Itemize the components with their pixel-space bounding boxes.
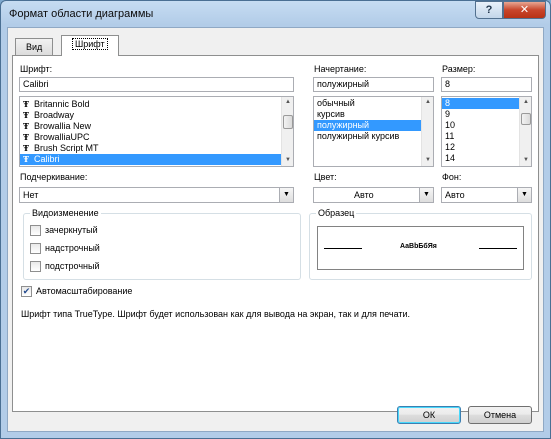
size-label: Размер: (442, 64, 476, 74)
truetype-icon: Ŧ (23, 143, 29, 153)
list-item[interactable]: 10 (442, 120, 531, 131)
background-value: Авто (445, 190, 465, 200)
underline-label: Подчеркивание: (20, 172, 88, 182)
dialog-client: Вид Шрифт Шрифт: Calibri Ŧ Britannic Bold… (7, 27, 544, 432)
autoscale-label: Автомасштабирование (36, 286, 133, 296)
checkbox-icon[interactable] (30, 261, 41, 273)
sample-baseline-left (324, 248, 362, 249)
underline-value: Нет (23, 190, 39, 200)
truetype-icon: Ŧ (23, 121, 29, 131)
scroll-thumb[interactable] (521, 113, 531, 125)
scroll-up-icon[interactable]: ▲ (282, 97, 293, 108)
list-item[interactable]: 9 (442, 109, 531, 120)
font-tab-panel: Шрифт: Calibri Ŧ Britannic Bold Ŧ Broadway… (12, 55, 539, 412)
chevron-down-icon[interactable]: ▼ (419, 188, 433, 202)
scroll-down-icon[interactable]: ▼ (282, 155, 293, 166)
color-label: Цвет: (314, 172, 337, 182)
list-item[interactable]: Ŧ Brush Script MT (20, 143, 293, 154)
size-input[interactable]: 8 (441, 77, 532, 92)
style-input[interactable]: полужирный (313, 77, 434, 92)
style-list[interactable]: обычный курсив полужирный полужирный кур… (313, 96, 434, 167)
list-item-selected[interactable]: Ŧ Calibri (20, 154, 281, 165)
scroll-thumb[interactable] (283, 115, 293, 129)
check-icon[interactable]: ✔ (21, 286, 32, 298)
underline-select[interactable]: Нет ▼ (19, 187, 294, 203)
list-item[interactable]: полужирный курсив (314, 131, 433, 142)
scroll-up-icon[interactable]: ▲ (422, 97, 433, 108)
autoscale-checkbox[interactable]: ✔ Автомасштабирование (21, 286, 133, 298)
checkbox-icon[interactable] (30, 225, 41, 237)
list-item-selected[interactable]: 8 (442, 98, 519, 109)
title-bar[interactable]: Формат области диаграммы ? ✕ (1, 1, 550, 27)
window-title: Формат области диаграммы (9, 8, 154, 20)
tab-font[interactable]: Шрифт (61, 35, 119, 56)
font-input[interactable]: Calibri (19, 77, 294, 92)
background-select[interactable]: Авто ▼ (441, 187, 532, 203)
close-button[interactable]: ✕ (503, 1, 546, 19)
font-label: Шрифт: (20, 64, 53, 74)
tab-view[interactable]: Вид (15, 38, 54, 55)
list-item-selected[interactable]: полужирный (314, 120, 421, 131)
subscript-label: подстрочный (45, 261, 100, 271)
list-item[interactable]: Ŧ Browallia New (20, 121, 293, 132)
dialog-window: Формат области диаграммы ? ✕ Вид Шрифт Ш… (0, 0, 551, 439)
help-button[interactable]: ? (475, 1, 503, 19)
effects-group: Видоизменение зачеркнутый надстрочный по… (23, 208, 301, 280)
truetype-icon: Ŧ (23, 110, 29, 120)
strikethrough-label: зачеркнутый (45, 225, 98, 235)
font-list-scrollbar[interactable]: ▲ ▼ (281, 97, 293, 166)
truetype-icon: Ŧ (23, 154, 29, 164)
truetype-icon: Ŧ (23, 99, 29, 109)
sample-title: Образец (316, 208, 357, 218)
size-list[interactable]: 8 9 10 11 12 14 ▲ ▼ (441, 96, 532, 167)
scroll-up-icon[interactable]: ▲ (520, 97, 531, 108)
list-item[interactable]: Ŧ Broadway (20, 110, 293, 121)
sample-baseline-right (479, 248, 517, 249)
style-list-scrollbar[interactable]: ▲ ▼ (421, 97, 433, 166)
list-item[interactable]: Ŧ Britannic Bold (20, 99, 293, 110)
background-label: Фон: (442, 172, 462, 182)
strikethrough-checkbox[interactable]: зачеркнутый (30, 225, 98, 237)
truetype-icon: Ŧ (23, 132, 29, 142)
list-item[interactable]: Ŧ BrowalliaUPC (20, 132, 293, 143)
list-item[interactable]: курсив (314, 109, 433, 120)
superscript-label: надстрочный (45, 243, 100, 253)
style-label: Начертание: (314, 64, 367, 74)
sample-group: Образец АаВbБбЯя (309, 208, 532, 280)
list-item[interactable]: обычный (314, 98, 433, 109)
cancel-button[interactable]: Отмена (468, 406, 532, 424)
superscript-checkbox[interactable]: надстрочный (30, 243, 100, 255)
scroll-down-icon[interactable]: ▼ (422, 155, 433, 166)
sample-text: АаВbБбЯя (400, 243, 437, 250)
color-value: Авто (354, 190, 374, 200)
ok-button[interactable]: ОК (397, 406, 461, 424)
tab-font-label: Шрифт (72, 38, 108, 50)
chevron-down-icon[interactable]: ▼ (279, 188, 293, 202)
font-info-text: Шрифт типа TrueType. Шрифт будет использ… (21, 309, 411, 319)
list-item[interactable]: 14 (442, 153, 531, 164)
size-list-scrollbar[interactable]: ▲ ▼ (519, 97, 531, 166)
font-list[interactable]: Ŧ Britannic Bold Ŧ Broadway Ŧ Browallia New… (19, 96, 294, 167)
effects-title: Видоизменение (30, 208, 101, 218)
chevron-down-icon[interactable]: ▼ (517, 188, 531, 202)
sample-preview: АаВbБбЯя (317, 226, 524, 270)
scroll-down-icon[interactable]: ▼ (520, 155, 531, 166)
checkbox-icon[interactable] (30, 243, 41, 255)
color-select[interactable]: Авто ▼ (313, 187, 434, 203)
list-item[interactable]: 11 (442, 131, 531, 142)
subscript-checkbox[interactable]: подстрочный (30, 261, 100, 273)
list-item[interactable]: 12 (442, 142, 531, 153)
